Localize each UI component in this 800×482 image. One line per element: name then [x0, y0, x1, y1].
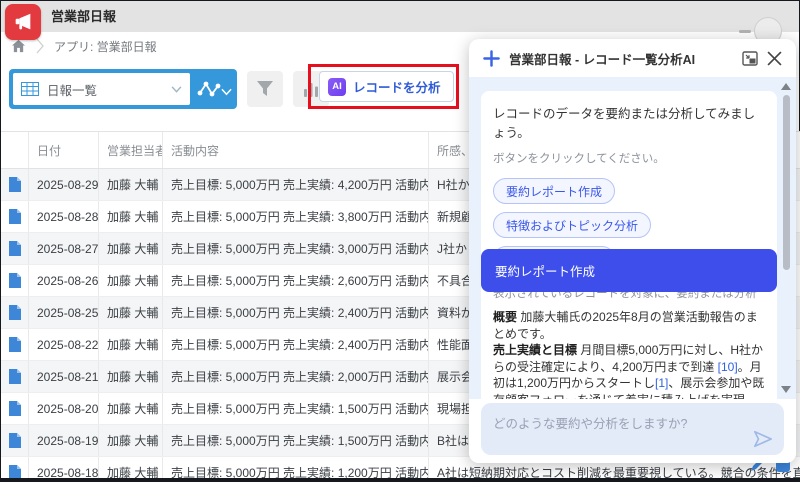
cell-activity: 売上目標: 5,000万円 売上実績: 4,200万円 活動内容: 午前… [163, 169, 429, 200]
cell-rep: 加藤 大輔 [99, 361, 163, 392]
ai-panel: 営業部日報 - レコード一覧分析AI レコードのデータを要約または分析してみまし… [469, 39, 796, 463]
funnel-icon [255, 80, 275, 98]
ai-intro-card: レコードのデータを要約または分析してみましょう。 ボタンをクリックしてください。… [481, 91, 777, 329]
picture-in-picture-icon [742, 51, 758, 66]
megaphone-app-icon[interactable] [5, 4, 41, 40]
ai-text-bold-segment: 概要 [493, 310, 517, 324]
view-selector-label: 日報一覧 [47, 80, 171, 99]
table-view-icon [21, 82, 39, 96]
cell-rep: 加藤 大輔 [99, 169, 163, 200]
cell-date: 2025-08-29 [29, 169, 99, 200]
cell-activity: 売上目標: 5,000万円 売上実績: 2,600万円 活動内容: 午前… [163, 265, 429, 296]
bar-chart-icon [302, 80, 320, 98]
ai-text-bold-segment: 売上実績と目標 [493, 343, 577, 357]
cell-rep: 加藤 大輔 [99, 233, 163, 264]
cell-date: 2025-08-27 [29, 233, 99, 264]
record-detail-icon[interactable] [9, 465, 21, 478]
cell-date: 2025-08-22 [29, 329, 99, 360]
record-detail-icon[interactable] [9, 241, 21, 256]
ai-text-segment: 加藤大輔氏の2025年8月の営業活動報告のまとめです。 [493, 310, 758, 341]
chevron-down-icon [171, 86, 182, 93]
cell-rep: 加藤 大輔 [99, 457, 163, 478]
top-app-bar [1, 1, 799, 32]
citation-link[interactable]: [1] [655, 376, 668, 390]
intro-hint: ボタンをクリックしてください。 [493, 150, 765, 166]
cell-date: 2025-08-25 [29, 297, 99, 328]
breadcrumb-separator-icon [36, 38, 44, 54]
ai-panel-body: レコードのデータを要約または分析してみましょう。 ボタンをクリックしてください。… [469, 77, 796, 399]
cell-date: 2025-08-18 [29, 457, 99, 478]
ai-analyze-button[interactable]: AI レコードを分析 [319, 71, 454, 102]
cell-activity: 売上目標: 5,000万円 売上実績: 3,800万円 活動内容: 午前… [163, 201, 429, 232]
plus-icon [483, 50, 500, 67]
scroll-up-arrow-icon[interactable] [781, 83, 791, 90]
col-header-date[interactable]: 日付 [29, 132, 99, 168]
ai-panel-header: 営業部日報 - レコード一覧分析AI [469, 39, 796, 77]
record-detail-icon[interactable] [9, 177, 21, 192]
view-selector: 日報一覧 [9, 69, 237, 109]
ai-badge-icon: AI [328, 78, 346, 96]
record-detail-icon[interactable] [9, 401, 21, 416]
cell-date: 2025-08-28 [29, 201, 99, 232]
cell-activity: 売上目標: 5,000万円 売上実績: 1,200万円 活動内容: 午前… [163, 457, 429, 478]
col-header-rep[interactable]: 営業担当者 [99, 132, 163, 168]
col-header-icon [1, 132, 29, 168]
record-detail-icon[interactable] [9, 209, 21, 224]
cell-date: 2025-08-19 [29, 425, 99, 456]
record-detail-icon[interactable] [9, 369, 21, 384]
record-detail-icon[interactable] [9, 305, 21, 320]
cell-rep: 加藤 大輔 [99, 425, 163, 456]
scroll-down-arrow-icon[interactable] [781, 386, 791, 393]
cell-rep: 加藤 大輔 [99, 329, 163, 360]
record-detail-icon[interactable] [9, 273, 21, 288]
ai-input-area: どのような要約や分析をしますか? [469, 399, 796, 463]
cell-date: 2025-08-21 [29, 361, 99, 392]
chevron-down-icon[interactable] [221, 83, 232, 101]
close-icon [767, 51, 782, 66]
chat-input-placeholder: どのような要約や分析をしますか? [493, 413, 687, 432]
megaphone-icon [12, 11, 34, 33]
user-message-bubble: 要約レポート作成 [481, 249, 777, 292]
record-detail-icon[interactable] [9, 433, 21, 448]
cell-rep: 加藤 大輔 [99, 265, 163, 296]
cell-activity: 売上目標: 5,000万円 売上実績: 2,400万円 活動内容: 午前… [163, 329, 429, 360]
cell-activity: 売上目標: 5,000万円 売上実績: 1,500万円 活動内容: 午前… [163, 425, 429, 456]
scrollbar-thumb[interactable] [783, 95, 790, 270]
breadcrumb-app-label[interactable]: アプリ: 営業部日報 [54, 38, 157, 55]
cell-activity: 売上目標: 5,000万円 売上実績: 1,500万円 活動内容: 午前… [163, 393, 429, 424]
cell-rep: 加藤 大輔 [99, 201, 163, 232]
line-chart-icon[interactable] [196, 77, 222, 101]
suggestion-pill-button[interactable]: 特徴およびトピック分析 [493, 212, 651, 238]
cell-activity: 売上目標: 5,000万円 売上実績: 2,400万円 活動内容: 午前… [163, 297, 429, 328]
record-detail-icon[interactable] [9, 337, 21, 352]
filter-button[interactable] [247, 71, 283, 107]
suggestion-pill-button[interactable]: 要約レポート作成 [493, 178, 615, 204]
cell-rep: 加藤 大輔 [99, 297, 163, 328]
home-icon[interactable] [11, 39, 26, 53]
cell-activity: 売上目標: 5,000万円 売上実績: 2,000万円 活動内容: 午前… [163, 361, 429, 392]
app-title: 営業部日報 [51, 1, 116, 32]
citation-link[interactable]: [10] [718, 360, 738, 374]
hidden-toolbar-fragment [739, 30, 751, 33]
send-icon[interactable] [752, 429, 774, 449]
ai-analyze-label: レコードを分析 [353, 77, 441, 96]
cell-date: 2025-08-20 [29, 393, 99, 424]
view-dropdown[interactable]: 日報一覧 [13, 73, 190, 105]
close-button[interactable] [767, 51, 782, 66]
chat-input[interactable]: どのような要約や分析をしますか? [481, 403, 784, 455]
col-header-activity[interactable]: 活動内容 [163, 132, 429, 168]
cell-rep: 加藤 大輔 [99, 393, 163, 424]
cell-date: 2025-08-26 [29, 265, 99, 296]
cell-activity: 売上目標: 5,000万円 売上実績: 3,000万円 活動内容: 午前… [163, 233, 429, 264]
ai-panel-title: 営業部日報 - レコード一覧分析AI [509, 49, 733, 68]
popout-button[interactable] [742, 51, 758, 66]
ai-response-message: 概要 加藤大輔氏の2025年8月の営業活動報告のまとめです。 売上実績と目標 月… [481, 299, 777, 399]
intro-text: レコードのデータを要約または分析してみましょう。 [493, 103, 765, 141]
